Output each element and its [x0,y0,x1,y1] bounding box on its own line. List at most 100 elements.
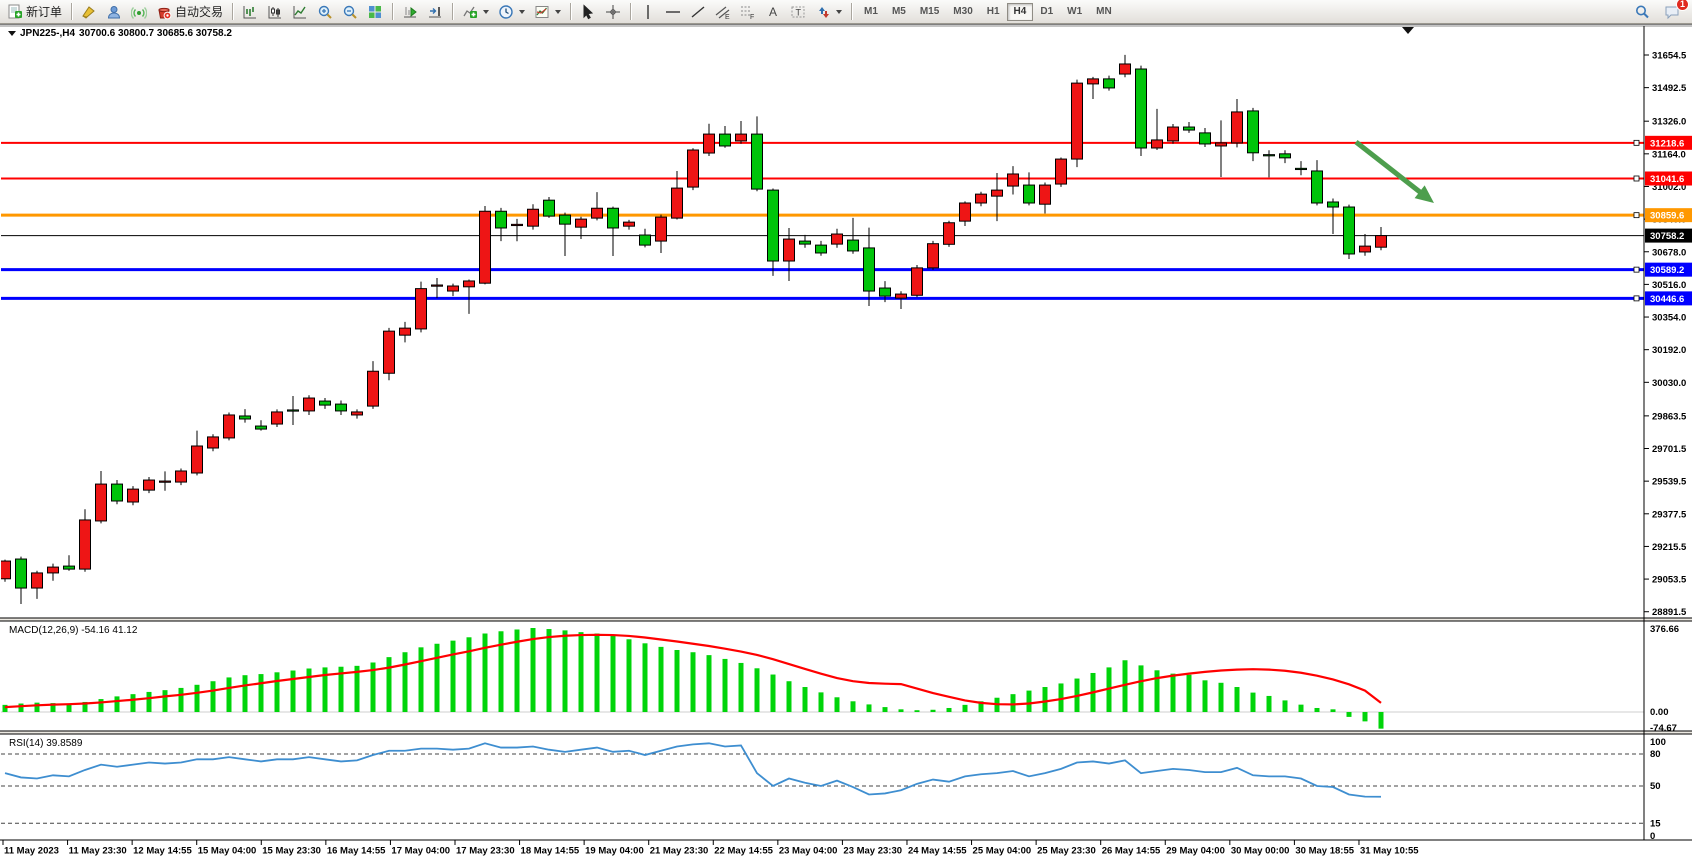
svg-text:31041.6: 31041.6 [1650,174,1684,185]
cursor-tool-button[interactable] [576,1,600,23]
time-axis-label: 15 May 23:30 [262,846,321,857]
candle-up [1232,112,1243,143]
candle-up [224,415,235,438]
svg-text:30758.2: 30758.2 [1650,231,1684,242]
timeframe-button-m15[interactable]: M15 [913,3,946,21]
horizontal-line-tool-button[interactable] [661,1,685,23]
fibonacci-letter: F [750,14,754,20]
templates-button[interactable] [530,1,565,23]
candle-up [1216,143,1227,146]
candle-up [1120,64,1131,74]
arrows-icon [815,4,831,20]
periods-button[interactable] [494,1,529,23]
text-tool-button[interactable]: A [761,1,785,23]
candlestick-chart-button[interactable] [263,1,287,23]
timeframe-button-m1[interactable]: M1 [857,3,885,21]
macd-axis-label: 376.66 [1650,624,1679,635]
line-handle[interactable] [1634,176,1639,181]
timeframe-button-d1[interactable]: D1 [1033,3,1060,21]
new-order-button[interactable]: 新订单 [3,1,66,23]
search-button[interactable] [1630,1,1654,23]
auto-trading-button[interactable]: 自动交易 [152,1,227,23]
price-axis-label: 28891.5 [1652,607,1687,618]
tile-windows-icon [367,4,383,20]
dropdown-caret [483,10,489,14]
macd-histogram-bar [739,663,744,712]
time-axis-label: 24 May 14:55 [908,846,967,857]
macd-histogram-bar [435,644,440,712]
time-axis-label: 30 May 00:00 [1231,846,1290,857]
clock-icon [498,4,514,20]
macd-histogram-bar [291,671,296,712]
line-handle[interactable] [1634,140,1639,145]
time-axis-label: 25 May 04:00 [973,846,1032,857]
dropdown-caret [555,10,561,14]
candle-down [768,190,779,261]
timeframe-button-h1[interactable]: H1 [980,3,1007,21]
line-handle[interactable] [1634,213,1639,218]
price-badge-30859.6: 30859.6 [1645,208,1692,222]
macd-histogram-bar [675,650,680,712]
macd-histogram-bar [643,643,648,712]
macd-histogram-bar [259,674,264,712]
candle-up [736,134,747,141]
timeframe-button-h4[interactable]: H4 [1007,3,1034,21]
community-button[interactable] [102,1,126,23]
chart-shift-button[interactable] [423,1,447,23]
timeframe-button-mn[interactable]: MN [1089,3,1119,21]
macd-histogram-bar [403,652,408,712]
vertical-line-tool-button[interactable] [636,1,660,23]
macd-histogram-bar [835,697,840,712]
separator [570,3,571,20]
styler-button[interactable] [77,1,101,23]
macd-histogram-bar [1251,693,1256,712]
macd-histogram-bar [1347,712,1352,717]
candle-up [432,285,443,286]
template-icon [534,4,550,20]
tile-windows-button[interactable] [363,1,387,23]
timeframe-button-w1[interactable]: W1 [1060,3,1089,21]
macd-histogram-bar [1027,691,1032,712]
indicators-button[interactable] [458,1,493,23]
chart-menu-triangle-icon[interactable] [8,31,16,36]
zoom-out-button[interactable] [338,1,362,23]
chart-area[interactable]: 31654.531492.531326.031164.031002.030840… [0,25,1692,862]
macd-indicator-label: MACD(12,26,9) -54.16 41.12 [9,625,137,636]
line-handle[interactable] [1634,296,1639,301]
macd-histogram-bar [467,637,472,712]
signals-button[interactable] [127,1,151,23]
macd-histogram-bar [163,690,168,712]
macd-histogram-bar [195,685,200,712]
arrows-tool-button[interactable] [811,1,846,23]
candle-up [832,234,843,244]
line-chart-button[interactable] [288,1,312,23]
crosshair-tool-button[interactable] [601,1,625,23]
auto-trading-label: 自动交易 [175,3,223,20]
auto-scroll-button[interactable] [398,1,422,23]
text-letter: A [769,5,777,19]
notifications-button[interactable]: 1 [1660,1,1685,23]
fibonacci-tool-button[interactable]: F [736,1,760,23]
macd-histogram-bar [243,675,248,712]
candle-up [176,471,187,482]
text-icon: A [765,4,781,20]
zoom-in-button[interactable] [313,1,337,23]
candle-up [704,134,715,153]
candlestick-chart-icon [267,4,283,20]
price-axis-label: 31164.0 [1652,149,1686,160]
horizontal-line-icon [665,4,681,20]
timeframe-button-m5[interactable]: M5 [885,3,913,21]
line-handle[interactable] [1634,267,1639,272]
channel-tool-button[interactable]: E [711,1,735,23]
candle-down [1184,127,1195,130]
candle-up [128,489,139,502]
label-tool-button[interactable]: T [786,1,810,23]
vertical-line-icon [640,4,656,20]
candle-up [624,222,635,226]
timeframe-button-m30[interactable]: M30 [946,3,979,21]
signal-icon [131,4,147,20]
macd-histogram-bar [1267,696,1272,712]
macd-histogram-bar [483,633,488,712]
trendline-tool-button[interactable] [686,1,710,23]
bar-chart-button[interactable] [238,1,262,23]
